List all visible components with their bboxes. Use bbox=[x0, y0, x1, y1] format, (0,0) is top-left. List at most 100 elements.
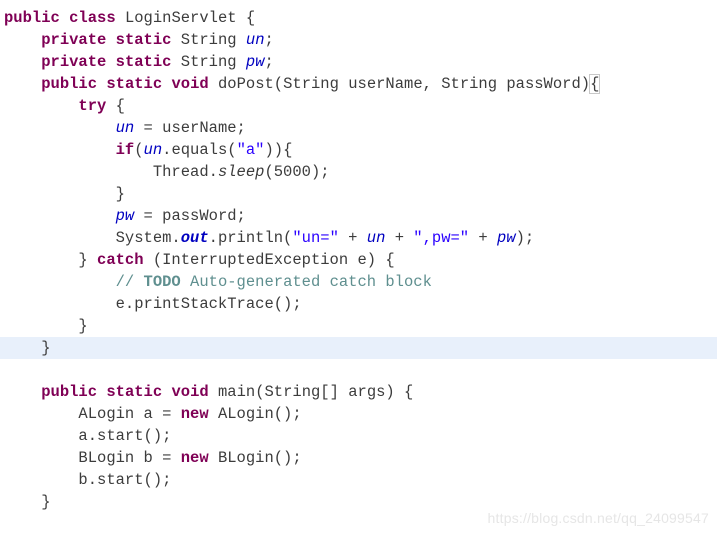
code-line[interactable]: } bbox=[0, 183, 717, 205]
code-line[interactable]: a.start(); bbox=[0, 425, 717, 447]
code-token-plain: + bbox=[338, 229, 367, 247]
code-token-plain: String bbox=[171, 31, 246, 49]
code-token-plain: ); bbox=[515, 229, 535, 247]
code-token-keyword: public bbox=[41, 75, 98, 93]
code-token-keyword: static bbox=[115, 31, 172, 49]
code-editor-view[interactable]: public class LoginServlet { private stat… bbox=[0, 0, 717, 537]
code-line[interactable]: } bbox=[0, 315, 717, 337]
code-line[interactable]: b.start(); bbox=[0, 469, 717, 491]
code-token-plain: = userName; bbox=[134, 119, 246, 137]
code-token-string: "a" bbox=[236, 141, 265, 159]
code-line[interactable]: ALogin a = new ALogin(); bbox=[0, 403, 717, 425]
code-line-content: } bbox=[0, 337, 51, 359]
code-token-string: "un=" bbox=[292, 229, 339, 247]
code-token-todo: TODO bbox=[143, 273, 181, 291]
code-token-keyword: if bbox=[115, 141, 135, 159]
code-line[interactable]: pw = passWord; bbox=[0, 205, 717, 227]
code-token-keyword: new bbox=[180, 449, 209, 467]
watermark-text: https://blog.csdn.net/qq_24099547 bbox=[487, 510, 709, 526]
code-token-keyword: private bbox=[41, 31, 107, 49]
code-token-plain: } bbox=[4, 185, 125, 203]
code-token-keyword: try bbox=[78, 97, 107, 115]
code-token-plain: .equals( bbox=[162, 141, 237, 159]
code-line[interactable]: public class LoginServlet { bbox=[0, 7, 717, 29]
code-token-plain: Thread. bbox=[4, 163, 218, 181]
code-token-bracketmatch: { bbox=[589, 74, 601, 94]
code-token-plain: (5000); bbox=[264, 163, 330, 181]
code-token-plain: + bbox=[385, 229, 414, 247]
code-token-plain: e.printStackTrace(); bbox=[4, 295, 302, 313]
code-token-field: pw bbox=[245, 53, 265, 71]
code-token-field: un bbox=[245, 31, 265, 49]
code-token-keyword: new bbox=[180, 405, 209, 423]
code-line[interactable]: try { bbox=[0, 95, 717, 117]
code-token-field: pw bbox=[497, 229, 516, 247]
code-token-plain: String bbox=[171, 53, 246, 71]
code-line[interactable]: if(un.equals("a")){ bbox=[0, 139, 717, 161]
code-token-keyword: public bbox=[41, 383, 98, 401]
code-line-highlighted[interactable]: } bbox=[0, 337, 717, 359]
code-token-keyword: public bbox=[4, 9, 60, 27]
code-line[interactable]: e.printStackTrace(); bbox=[0, 293, 717, 315]
code-lines-container[interactable]: public class LoginServlet { private stat… bbox=[0, 7, 717, 537]
code-token-field: un bbox=[115, 119, 135, 137]
code-token-keyword: static bbox=[106, 383, 163, 401]
code-token-keyword: static bbox=[115, 53, 172, 71]
code-token-plain: BLogin b = bbox=[4, 449, 181, 467]
code-token-keyword: static bbox=[106, 75, 163, 93]
code-token-plain: { bbox=[106, 97, 125, 115]
code-token-keyword: void bbox=[171, 75, 209, 93]
code-token-plain: (InterruptedException e) { bbox=[143, 251, 395, 269]
code-token-plain: } bbox=[4, 251, 98, 269]
code-token-keyword: private bbox=[41, 53, 107, 71]
code-line[interactable]: private static String un; bbox=[0, 29, 717, 51]
code-token-plain: doPost(String userName, String passWord) bbox=[208, 75, 591, 93]
code-token-plain: LoginServlet { bbox=[115, 9, 256, 27]
code-token-plain: = passWord; bbox=[134, 207, 246, 225]
code-token-field: pw bbox=[115, 207, 135, 225]
code-token-plain: ; bbox=[264, 31, 274, 49]
code-token-keyword: void bbox=[171, 383, 209, 401]
code-token-plain: b.start(); bbox=[4, 471, 172, 489]
code-token-string: ",pw=" bbox=[413, 229, 470, 247]
code-token-plain: } bbox=[4, 493, 51, 511]
code-token-plain: .println( bbox=[208, 229, 293, 247]
code-line[interactable]: Thread.sleep(5000); bbox=[0, 161, 717, 183]
code-token-plain: ; bbox=[264, 53, 274, 71]
code-token-comment: // bbox=[115, 273, 144, 291]
code-token-plain: ALogin(); bbox=[208, 405, 302, 423]
code-line[interactable]: // TODO Auto-generated catch block bbox=[0, 271, 717, 293]
code-token-staticmethod: sleep bbox=[217, 163, 265, 181]
code-token-plain: System. bbox=[4, 229, 181, 247]
code-line[interactable]: } catch (InterruptedException e) { bbox=[0, 249, 717, 271]
code-line[interactable]: BLogin b = new BLogin(); bbox=[0, 447, 717, 469]
code-line[interactable]: un = userName; bbox=[0, 117, 717, 139]
code-token-plain: a.start(); bbox=[4, 427, 172, 445]
code-line[interactable]: System.out.println("un=" + un + ",pw=" +… bbox=[0, 227, 717, 249]
code-token-comment: Auto-generated catch block bbox=[180, 273, 432, 291]
code-line[interactable] bbox=[0, 359, 717, 381]
code-token-staticfield: out bbox=[180, 229, 209, 247]
code-token-plain: } bbox=[4, 339, 51, 357]
code-token-plain: } bbox=[4, 317, 88, 335]
code-token-keyword: class bbox=[69, 9, 116, 27]
code-token-keyword: catch bbox=[97, 251, 144, 269]
code-token-plain: ALogin a = bbox=[4, 405, 181, 423]
code-token-plain: main(String[] args) { bbox=[208, 383, 414, 401]
code-line[interactable]: public static void doPost(String userNam… bbox=[0, 73, 717, 95]
code-line[interactable]: private static String pw; bbox=[0, 51, 717, 73]
code-line[interactable]: public static void main(String[] args) { bbox=[0, 381, 717, 403]
code-token-field: un bbox=[143, 141, 163, 159]
